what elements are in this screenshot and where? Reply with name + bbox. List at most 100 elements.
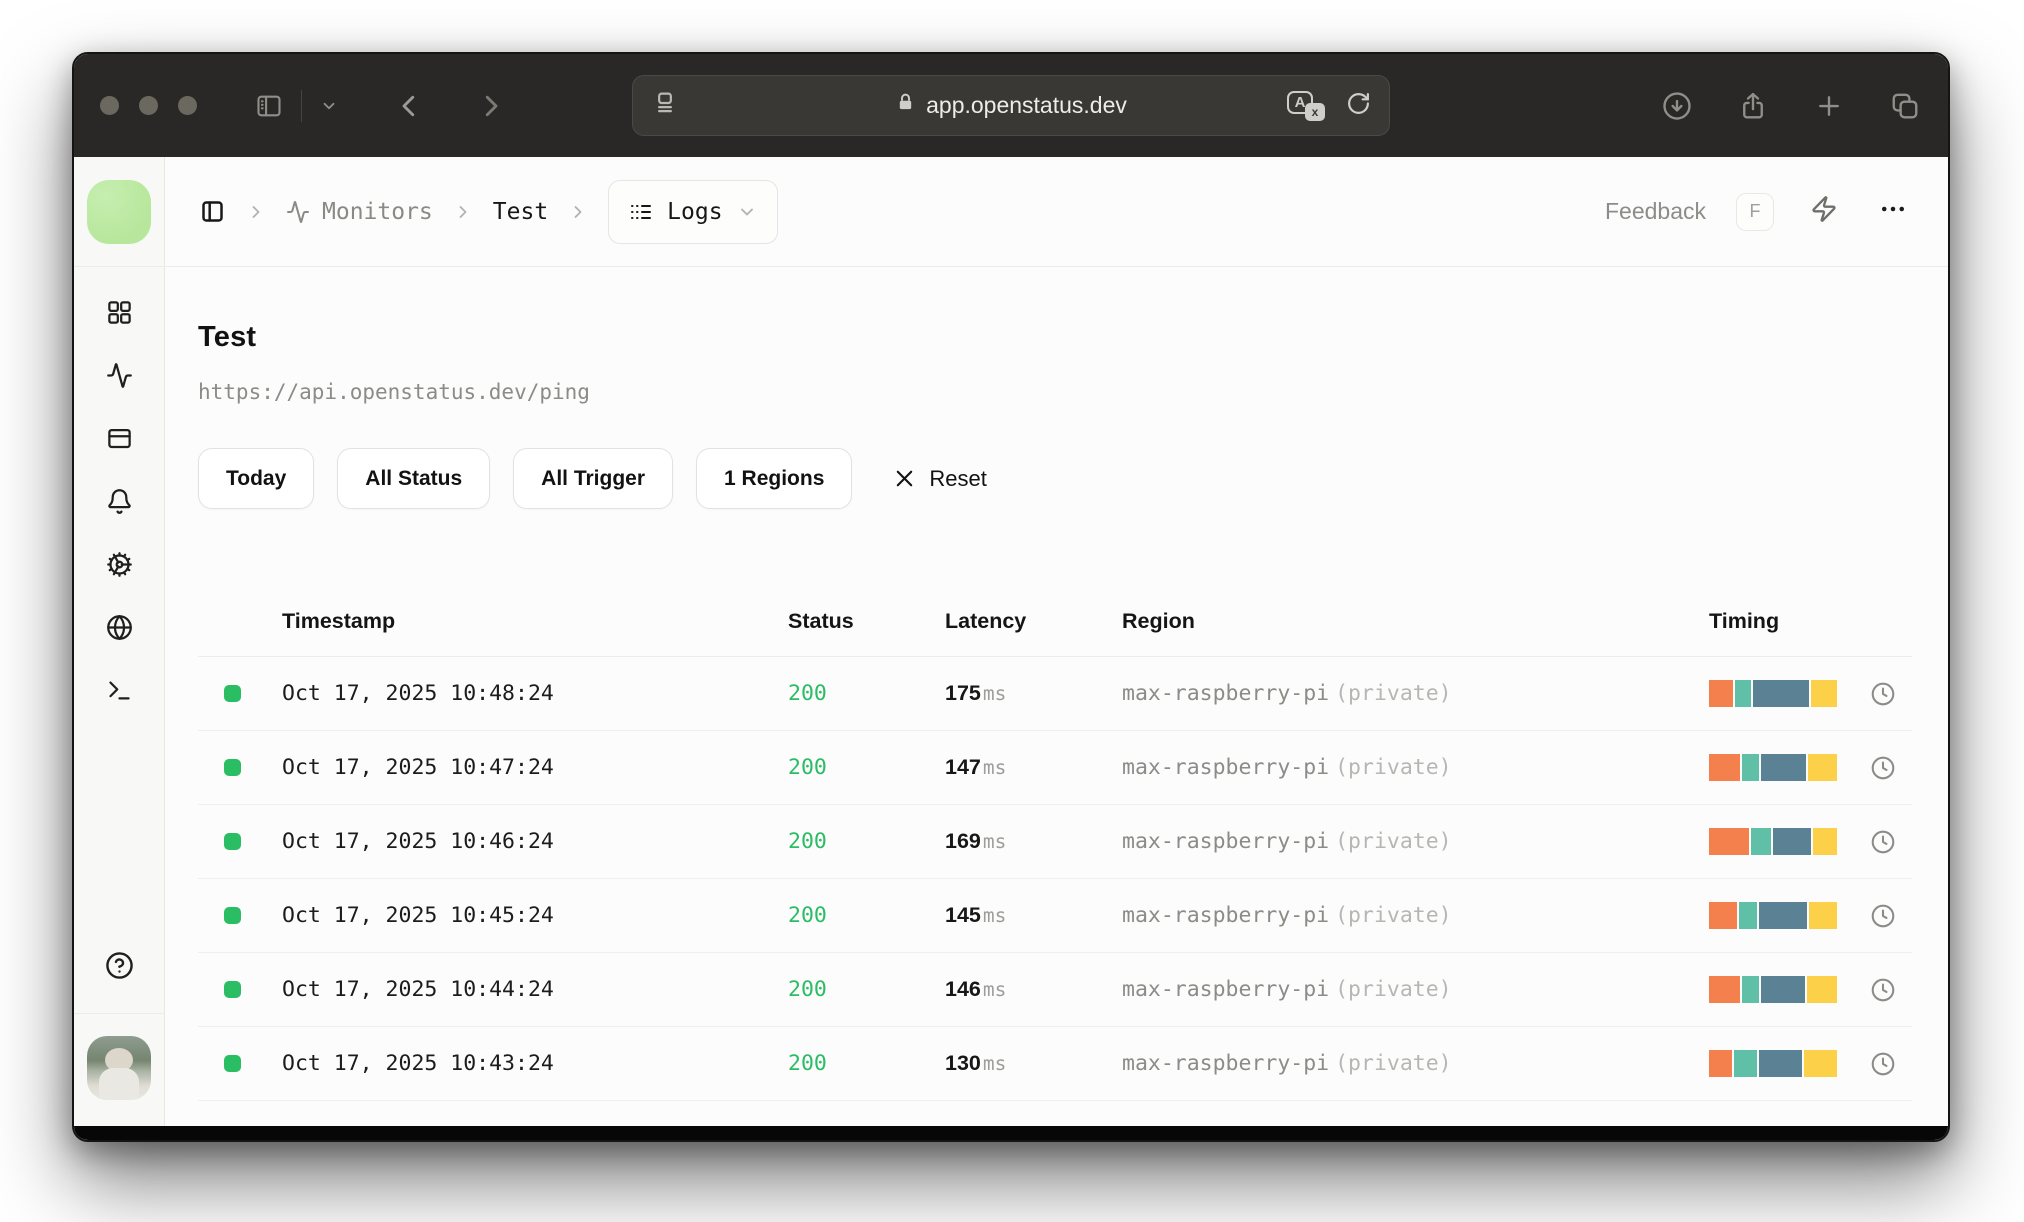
url-text[interactable]: app.openstatus.dev [926, 92, 1127, 119]
browser-window: app.openstatus.dev Ax Monitors Test Logs… [72, 52, 1950, 1142]
breadcrumb-bar: Monitors Test Logs Feedback F [165, 157, 1948, 267]
tab-overview-icon[interactable] [1890, 91, 1920, 121]
logs-icon [631, 204, 652, 219]
traffic-lights [100, 96, 197, 115]
cell-region: max-raspberry-pi (private) [1122, 681, 1452, 706]
clock-icon[interactable] [1837, 1051, 1912, 1077]
grid-icon [107, 301, 131, 324]
main-panel: Monitors Test Logs Feedback F Test https… [165, 157, 1948, 1126]
timing-segment [1804, 1050, 1838, 1077]
sidebar-item-dashboard[interactable] [106, 299, 133, 326]
bell-icon [107, 489, 131, 514]
filter-date-button[interactable]: Today [198, 448, 315, 509]
close-window-button[interactable] [100, 96, 119, 115]
help-button[interactable] [105, 951, 134, 1013]
cell-status: 200 [788, 903, 827, 928]
cell-timestamp: Oct 17, 2025 10:47:24 [282, 755, 554, 780]
view-selector-button[interactable]: Logs [608, 179, 778, 244]
more-menu-icon[interactable] [1878, 194, 1908, 229]
timing-bar [1709, 902, 1837, 929]
screenshot-canvas: app.openstatus.dev Ax Monitors Test Logs… [0, 0, 2024, 1222]
filter-status-button[interactable]: All Status [337, 448, 491, 509]
status-dot-icon [224, 907, 241, 924]
timing-bar [1709, 976, 1837, 1003]
col-timing: Timing [1709, 609, 1780, 633]
sidebar-item-status-pages[interactable] [106, 425, 133, 452]
filter-bar: Today All Status All Trigger 1 Regions R… [198, 448, 1912, 509]
timing-segment [1741, 976, 1759, 1003]
cell-timestamp: Oct 17, 2025 10:46:24 [282, 829, 554, 854]
timing-bar [1709, 1050, 1838, 1077]
panel-top-icon [107, 428, 131, 449]
breadcrumb-monitors[interactable]: Monitors [286, 199, 433, 225]
minimize-window-button[interactable] [139, 96, 158, 115]
status-dot-icon [224, 981, 241, 998]
status-dot-icon [224, 1055, 241, 1072]
status-dot-icon [224, 833, 241, 850]
user-avatar[interactable] [87, 1036, 151, 1100]
share-icon[interactable] [1738, 91, 1768, 121]
clock-icon[interactable] [1837, 681, 1912, 707]
timing-segment [1741, 754, 1759, 781]
sidebar-item-monitors[interactable] [106, 362, 133, 389]
cell-timestamp: Oct 17, 2025 10:44:24 [282, 977, 554, 1002]
timing-segment [1735, 680, 1752, 707]
filter-regions-button[interactable]: 1 Regions [696, 448, 853, 509]
timing-segment [1709, 902, 1738, 929]
feedback-shortcut-key: F [1736, 192, 1774, 231]
cog-icon [106, 552, 132, 577]
page-content: Test https://api.openstatus.dev/ping Tod… [165, 267, 1948, 1126]
new-tab-icon[interactable] [1814, 91, 1844, 121]
col-status: Status [788, 609, 854, 633]
window-bottom-frame [74, 1126, 1948, 1140]
activity-icon [106, 363, 132, 388]
sidebar-item-domains[interactable] [106, 614, 133, 641]
zap-icon[interactable] [1810, 195, 1838, 228]
sidebar-item-settings[interactable] [106, 551, 133, 578]
feedback-button[interactable]: Feedback [1605, 198, 1706, 225]
sidebar-item-notifications[interactable] [106, 488, 133, 515]
reset-filters-button[interactable]: Reset [893, 466, 987, 492]
address-bar[interactable]: app.openstatus.dev Ax [632, 75, 1390, 136]
panel-toggle-icon[interactable] [199, 198, 226, 225]
timing-segment [1806, 976, 1837, 1003]
sidebar-toggle-icon[interactable] [255, 92, 283, 120]
cell-status: 200 [788, 755, 827, 780]
table-row[interactable]: Oct 17, 2025 10:43:24 200 130 ms max-rasp… [198, 1027, 1912, 1101]
downloads-icon[interactable] [1662, 91, 1692, 121]
clock-icon[interactable] [1837, 977, 1912, 1003]
timing-segment [1812, 828, 1837, 855]
workspace-avatar[interactable] [87, 179, 151, 244]
table-row[interactable]: Oct 17, 2025 10:47:24 200 147 ms max-rasp… [198, 731, 1912, 805]
clock-icon[interactable] [1837, 829, 1912, 855]
clock-icon[interactable] [1837, 755, 1912, 781]
chevron-down-icon [740, 208, 753, 215]
table-row[interactable]: Oct 17, 2025 10:46:24 200 169 ms max-rasp… [198, 805, 1912, 879]
back-button[interactable] [394, 91, 424, 121]
breadcrumb-current[interactable]: Test [493, 199, 548, 225]
timing-segment [1759, 902, 1807, 929]
sidebar-chevron-down-icon[interactable] [320, 97, 338, 115]
clock-icon[interactable] [1837, 903, 1912, 929]
view-selector-label: Logs [667, 198, 723, 225]
col-region: Region [1122, 609, 1195, 633]
reload-icon[interactable] [1346, 91, 1371, 121]
zoom-window-button[interactable] [178, 96, 197, 115]
table-row[interactable]: Oct 17, 2025 10:44:24 200 146 ms max-rasp… [198, 953, 1912, 1027]
table-row[interactable]: Oct 17, 2025 10:48:24 200 175 ms max-rasp… [198, 657, 1912, 731]
table-row[interactable]: Oct 17, 2025 10:45:24 200 145 ms max-rasp… [198, 879, 1912, 953]
forward-button[interactable] [476, 91, 506, 121]
globe-icon [106, 615, 132, 640]
cell-region: max-raspberry-pi (private) [1122, 829, 1452, 854]
browser-titlebar: app.openstatus.dev Ax [74, 54, 1948, 157]
filter-trigger-button[interactable]: All Trigger [513, 448, 674, 509]
col-latency: Latency [945, 609, 1027, 633]
timing-segment [1751, 828, 1771, 855]
cell-latency: 145 ms [945, 903, 1007, 927]
cell-status: 200 [788, 829, 827, 854]
cell-timestamp: Oct 17, 2025 10:48:24 [282, 681, 554, 706]
cell-latency: 147 ms [945, 755, 1007, 779]
translate-icon[interactable]: Ax [1287, 90, 1325, 121]
sidebar-item-cli[interactable] [106, 677, 133, 704]
page-menu-icon[interactable] [651, 89, 679, 122]
